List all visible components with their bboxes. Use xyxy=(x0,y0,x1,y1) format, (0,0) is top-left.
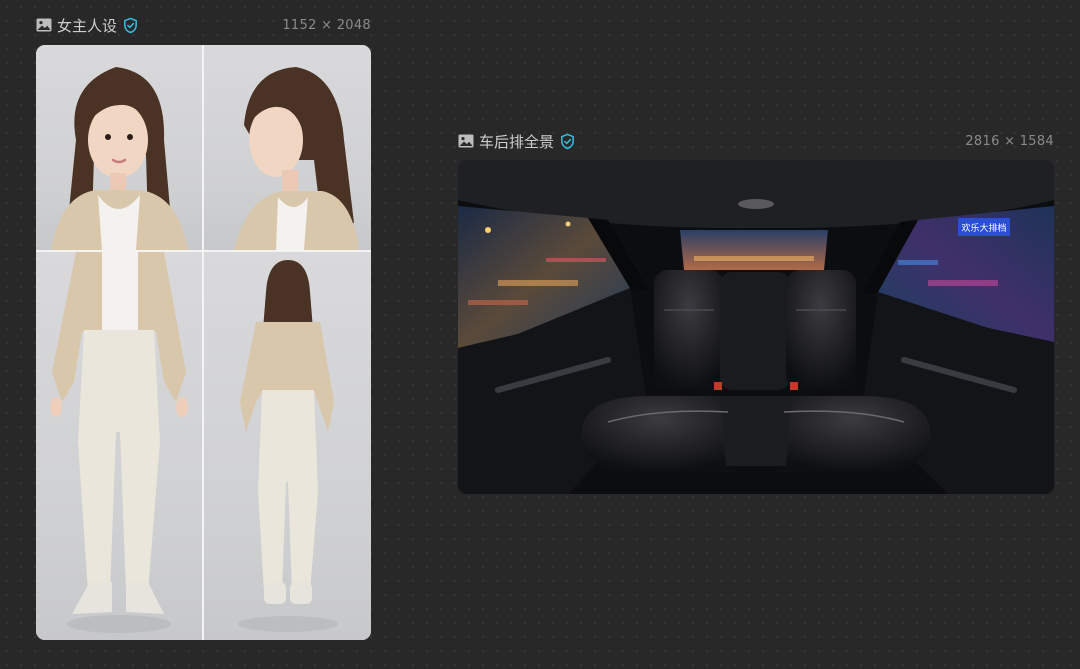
neon-sign-text: 欢乐大排档 xyxy=(961,222,1006,234)
side-portrait-panel xyxy=(204,45,371,250)
front-fullbody-panel xyxy=(36,252,202,640)
back-fullbody-panel xyxy=(204,252,371,640)
front-portrait-figure xyxy=(51,67,188,250)
image-icon xyxy=(36,18,52,32)
card-header: 女主人设 1152 × 2048 xyxy=(36,14,371,36)
image-card-car-interior[interactable]: 车后排全景 2816 × 1584 欢乐大排档 xyxy=(458,128,1054,494)
card-header: 车后排全景 2816 × 1584 xyxy=(458,130,1054,152)
image-icon xyxy=(458,134,474,148)
image-card-character[interactable]: 女主人设 1152 × 2048 xyxy=(36,14,371,640)
panel-divider-vertical xyxy=(202,45,204,640)
verified-shield-icon xyxy=(124,17,137,33)
car-rear-seat-panorama-image[interactable]: 欢乐大排档 xyxy=(458,160,1054,494)
card-title-group: 女主人设 xyxy=(36,15,139,36)
front-portrait-panel xyxy=(36,45,202,250)
card-title: 车后排全景 xyxy=(479,132,555,151)
verified-shield-icon xyxy=(561,133,574,149)
front-fullbody-figure xyxy=(50,252,188,633)
side-portrait-figure xyxy=(234,67,359,250)
back-fullbody-figure xyxy=(238,260,338,632)
card-title: 女主人设 xyxy=(57,16,118,35)
card-title-group: 车后排全景 xyxy=(458,131,576,152)
car-interior-scene: 欢乐大排档 xyxy=(458,160,1054,494)
image-dimensions: 2816 × 1584 xyxy=(965,133,1054,149)
image-dimensions: 1152 × 2048 xyxy=(282,17,371,33)
character-reference-sheet-image[interactable] xyxy=(36,45,371,640)
